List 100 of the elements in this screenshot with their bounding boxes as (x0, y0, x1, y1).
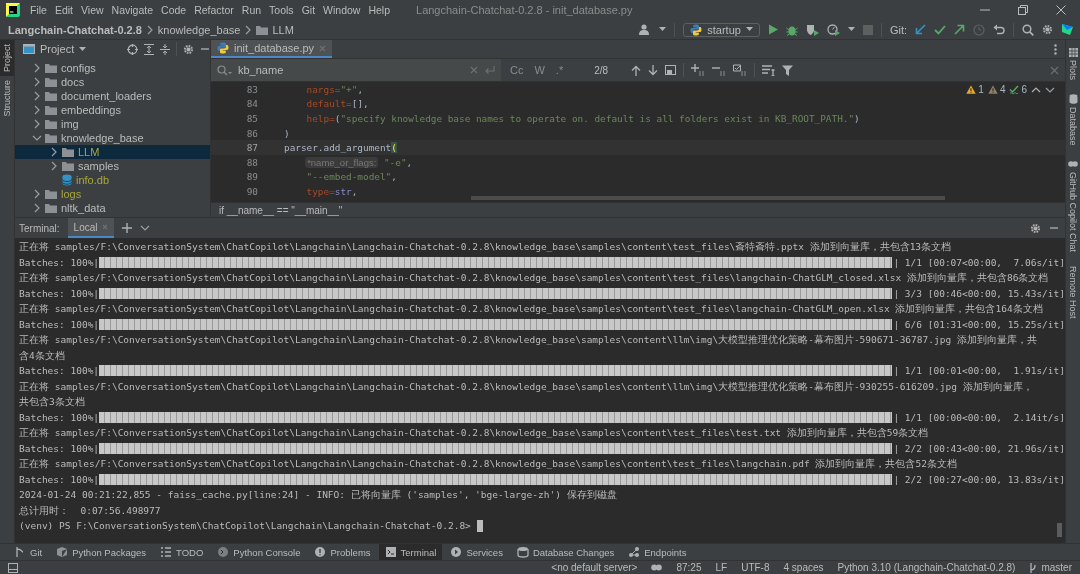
scrollbar[interactable] (471, 196, 945, 200)
menu-item[interactable]: Navigate (107, 4, 158, 16)
tool-window-tab[interactable]: Problems (308, 544, 377, 560)
toolbox-logo-icon[interactable] (1061, 23, 1074, 36)
tool-window-tab[interactable]: Python Console (211, 544, 307, 560)
select-all-icon[interactable] (733, 64, 748, 76)
menu-item[interactable]: Code (157, 4, 191, 16)
tool-window-button[interactable]: Project (0, 40, 14, 76)
filter-icon[interactable] (782, 64, 794, 76)
menu-item[interactable]: Tools (265, 4, 298, 16)
arrow-icon[interactable] (915, 24, 926, 35)
tree-item[interactable]: info.db (15, 173, 210, 187)
project-view-dropdown[interactable]: Project (23, 43, 121, 55)
line-separator[interactable]: LF (715, 562, 728, 573)
chevron-down-icon[interactable] (1045, 85, 1055, 94)
tool-window-tab[interactable]: Terminal (378, 544, 443, 560)
progress-label: Batches: 100%| (19, 317, 100, 332)
run-config-dropdown[interactable]: startup (683, 22, 760, 37)
down-arrow-icon[interactable] (648, 64, 659, 76)
inspection-count[interactable]: 4 (999, 84, 1006, 95)
add-icon[interactable] (122, 223, 133, 233)
session-tab[interactable]: Local (67, 218, 115, 238)
chevron-down-icon[interactable] (140, 224, 151, 232)
search-field[interactable]: kb_name (211, 59, 501, 81)
arrow-icon[interactable] (954, 24, 965, 35)
search-icon[interactable] (1022, 23, 1034, 36)
remove-occurrence-icon[interactable] (712, 64, 727, 76)
inspection-count[interactable]: 6 (1021, 84, 1027, 95)
tool-window-button[interactable]: GitHub Copilot Chat (1068, 159, 1078, 252)
caret-icon (847, 27, 855, 32)
tool-window-button[interactable]: Structure (0, 76, 14, 121)
search-option-toggle[interactable]: W (532, 64, 547, 76)
add-occurrence-icon[interactable] (691, 64, 706, 76)
tree-item[interactable]: document_loaders (15, 89, 210, 103)
locate-icon[interactable] (127, 43, 138, 55)
tree-item[interactable]: logs (15, 187, 210, 201)
terminal-prompt: (venv) PS F:\ConversationSystem\ChatCopilot\Langchain\Langchain-Chatchat-0.2.8> (19, 519, 472, 533)
chevron-up-icon[interactable] (1031, 85, 1041, 94)
menu-item[interactable]: Git (297, 4, 320, 16)
settings-icon[interactable] (1030, 222, 1041, 234)
menu-item[interactable]: Run (237, 4, 266, 16)
tool-window-tab[interactable]: Services (444, 544, 509, 560)
tool-window-tab[interactable]: TODO (154, 544, 210, 560)
menu-item[interactable]: Refactor (190, 4, 238, 16)
menu-item[interactable]: Edit (50, 4, 77, 16)
code-breadcrumb[interactable]: if __name__ == "__main__" (211, 202, 1065, 217)
search-option-toggle[interactable]: Cc (508, 64, 526, 76)
tree-item[interactable]: samples (15, 159, 210, 173)
layout-icon[interactable] (8, 562, 18, 573)
menu-item[interactable]: Window (319, 4, 365, 16)
python-icon (690, 23, 703, 36)
tool-window-tab[interactable]: Database Changes (510, 544, 621, 560)
tool-window-tab[interactable]: Python Packages (50, 544, 153, 560)
code-line: help=("specify knowledge base names to operate on. default is all folders exist in KB_ROOT_PATH.") (305, 113, 860, 124)
editor-tab[interactable]: init_database.py (211, 40, 333, 58)
folder-icon (45, 77, 57, 87)
terminal-line: 正在将 samples/F:\ConversationSystem\ChatCopilot\Langchain\Langchain-Chatchat-0.2.8\knowledge_base\samples\content\test_files\langchain-ChatGLM_open.xlsx 添加到向量库，共包含164条文档 (19, 302, 1043, 316)
undo-icon[interactable] (993, 24, 1005, 35)
scrollbar[interactable] (1057, 523, 1062, 537)
menu-item[interactable]: File (26, 4, 51, 16)
breadcrumb-item[interactable]: Langchain-Chatchat-0.2.8 (8, 23, 142, 36)
menu-item[interactable]: View (77, 4, 108, 16)
cursor-position[interactable]: 87:25 (676, 562, 702, 573)
settings-icon[interactable] (183, 43, 194, 55)
tree-item[interactable]: nltk_data (15, 201, 210, 215)
tool-window-button[interactable]: Plots (1068, 48, 1078, 80)
tool-window-button[interactable]: Remote Host (1068, 265, 1078, 319)
tree-item[interactable]: configs (15, 61, 210, 75)
file-encoding[interactable]: UTF-8 (741, 562, 770, 573)
user-icon[interactable] (639, 24, 652, 35)
up-arrow-icon[interactable] (631, 64, 642, 76)
search-option-toggle[interactable]: .* (553, 64, 566, 76)
inspection-count[interactable]: 1 (978, 84, 984, 95)
filter-lines-icon[interactable] (762, 64, 776, 76)
folder-icon (62, 161, 74, 171)
expand-all-icon[interactable] (144, 43, 154, 55)
tool-window-button[interactable]: Database (1068, 94, 1078, 146)
check-icon[interactable] (934, 24, 946, 35)
more-icon[interactable] (1054, 43, 1057, 55)
tree-item[interactable]: docs (15, 75, 210, 89)
interpreter-selector[interactable]: Python 3.10 (Langchain-Chatchat-0.2.8) (837, 562, 1016, 573)
indent-setting[interactable]: 4 spaces (783, 562, 824, 573)
breadcrumb-item[interactable]: knowledge_base (157, 23, 241, 36)
breadcrumb-item[interactable]: LLM (272, 23, 294, 36)
tree-item[interactable]: embeddings (15, 103, 210, 117)
menu-item[interactable]: Help (364, 4, 394, 16)
search-input[interactable]: kb_name (238, 64, 464, 76)
tool-window-tab[interactable]: Git (8, 544, 49, 560)
server-status[interactable]: <no default server> (551, 562, 638, 573)
collapse-all-icon[interactable] (160, 43, 170, 55)
shield-icon[interactable] (805, 23, 819, 36)
git-branch[interactable]: master (1041, 562, 1072, 573)
tree-item[interactable]: knowledge_base (15, 131, 210, 145)
run-icon[interactable] (767, 24, 778, 35)
settings-icon[interactable] (1042, 24, 1053, 35)
window-icon[interactable] (665, 65, 677, 75)
tree-item[interactable]: LLM (15, 145, 210, 159)
tree-item[interactable]: img (15, 117, 210, 131)
gauge-icon[interactable] (826, 23, 840, 36)
tool-window-tab[interactable]: Endpoints (622, 544, 693, 560)
